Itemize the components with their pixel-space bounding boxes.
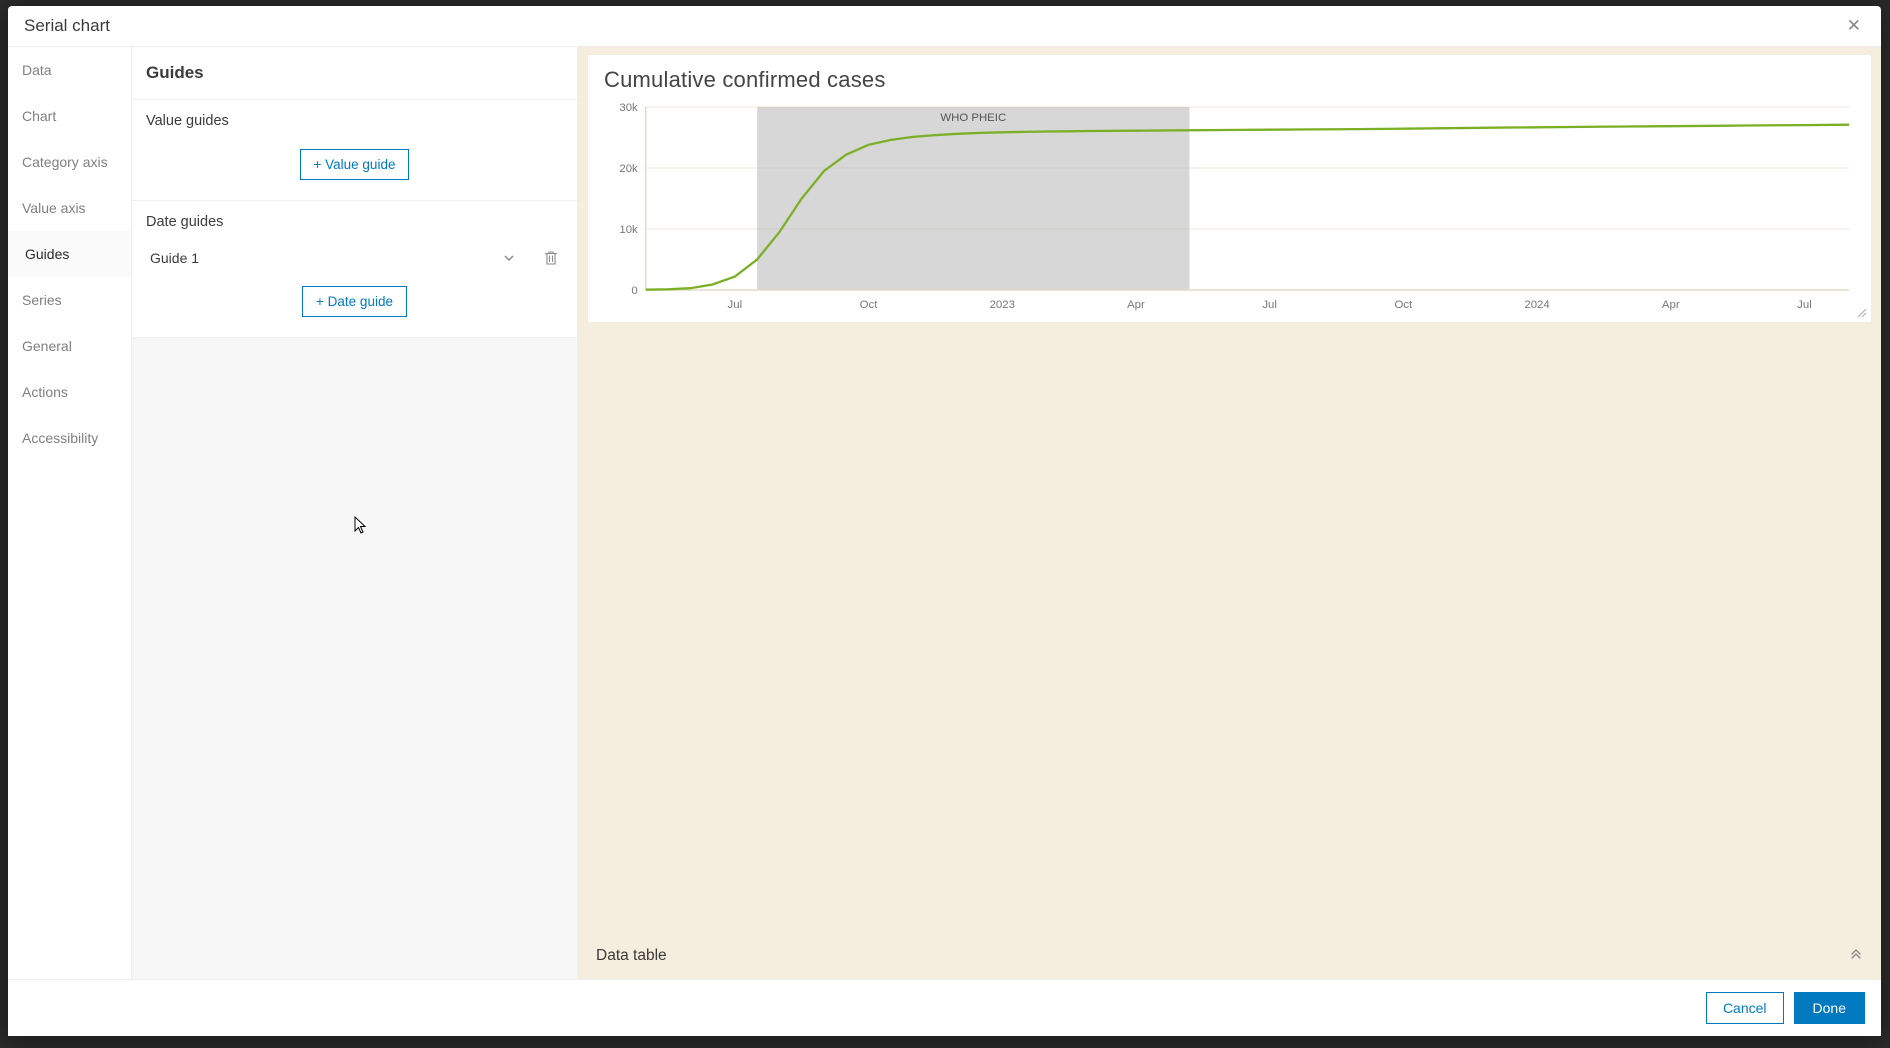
chart-canvas: 0 10k 20k 30k WHO PHEIC Jul Oct 2023 Apr Jul Oct 20… [604, 99, 1855, 314]
delete-guide-button[interactable] [539, 250, 563, 266]
trash-icon [544, 250, 558, 266]
date-guides-section: Date guides Guide 1 + Date guide [132, 201, 577, 338]
data-table-label: Data table [596, 947, 667, 965]
sidebar-item-accessibility[interactable]: Accessibility [8, 415, 131, 461]
value-guides-section: Value guides + Value guide [132, 100, 577, 201]
svg-text:WHO PHEIC: WHO PHEIC [940, 112, 1006, 124]
add-value-guide-button[interactable]: + Value guide [300, 149, 410, 180]
done-button[interactable]: Done [1794, 992, 1865, 1024]
sidebar-item-value-axis[interactable]: Value axis [8, 185, 131, 231]
cancel-button[interactable]: Cancel [1706, 992, 1784, 1024]
sidebar-item-category-axis[interactable]: Category axis [8, 139, 131, 185]
guide-item[interactable]: Guide 1 [132, 240, 577, 276]
svg-text:Jul: Jul [728, 299, 743, 311]
resize-handle-icon[interactable] [1855, 306, 1867, 318]
svg-text:Apr: Apr [1127, 299, 1145, 311]
collapse-up-icon [1849, 949, 1863, 963]
value-guides-heading: Value guides [132, 100, 577, 139]
sidebar-item-data[interactable]: Data [8, 47, 131, 93]
sidebar-item-guides[interactable]: Guides [8, 231, 131, 277]
svg-text:Jul: Jul [1262, 299, 1277, 311]
config-empty-area [132, 338, 577, 979]
config-heading: Guides [146, 63, 563, 83]
svg-text:Apr: Apr [1662, 299, 1680, 311]
close-icon: ✕ [1847, 16, 1861, 35]
svg-text:2024: 2024 [1524, 299, 1550, 311]
add-date-guide-button[interactable]: + Date guide [302, 286, 407, 317]
settings-sidebar: Data Chart Category axis Value axis Guid… [8, 47, 132, 979]
dialog-header: Serial chart ✕ [8, 6, 1881, 47]
chevron-down-icon[interactable] [497, 252, 521, 264]
svg-text:30k: 30k [619, 102, 638, 114]
svg-text:2023: 2023 [990, 299, 1015, 311]
svg-text:Jul: Jul [1797, 299, 1812, 311]
svg-text:20k: 20k [619, 163, 638, 175]
dialog-footer: Cancel Done [8, 979, 1881, 1036]
sidebar-item-actions[interactable]: Actions [8, 369, 131, 415]
chart-preview: Cumulative confirmed cases 0 10k 20k 30k WHO… [588, 55, 1871, 322]
serial-chart-dialog: Serial chart ✕ Data Chart Category axis … [8, 6, 1881, 1036]
sidebar-item-general[interactable]: General [8, 323, 131, 369]
data-table-toggle[interactable]: Data table [578, 933, 1881, 979]
svg-text:Oct: Oct [1394, 299, 1413, 311]
preview-panel: Cumulative confirmed cases 0 10k 20k 30k WHO… [578, 47, 1881, 979]
guide-item-label: Guide 1 [150, 250, 497, 266]
svg-text:10k: 10k [619, 224, 638, 236]
config-panel: Guides Value guides + Value guide Date g… [132, 47, 578, 979]
svg-text:0: 0 [631, 285, 637, 297]
dialog-title: Serial chart [24, 16, 110, 36]
sidebar-item-chart[interactable]: Chart [8, 93, 131, 139]
close-button[interactable]: ✕ [1841, 14, 1867, 38]
dialog-body: Data Chart Category axis Value axis Guid… [8, 47, 1881, 979]
date-guides-heading: Date guides [132, 201, 577, 240]
svg-text:Oct: Oct [860, 299, 879, 311]
chart-title: Cumulative confirmed cases [604, 67, 1855, 93]
sidebar-item-series[interactable]: Series [8, 277, 131, 323]
